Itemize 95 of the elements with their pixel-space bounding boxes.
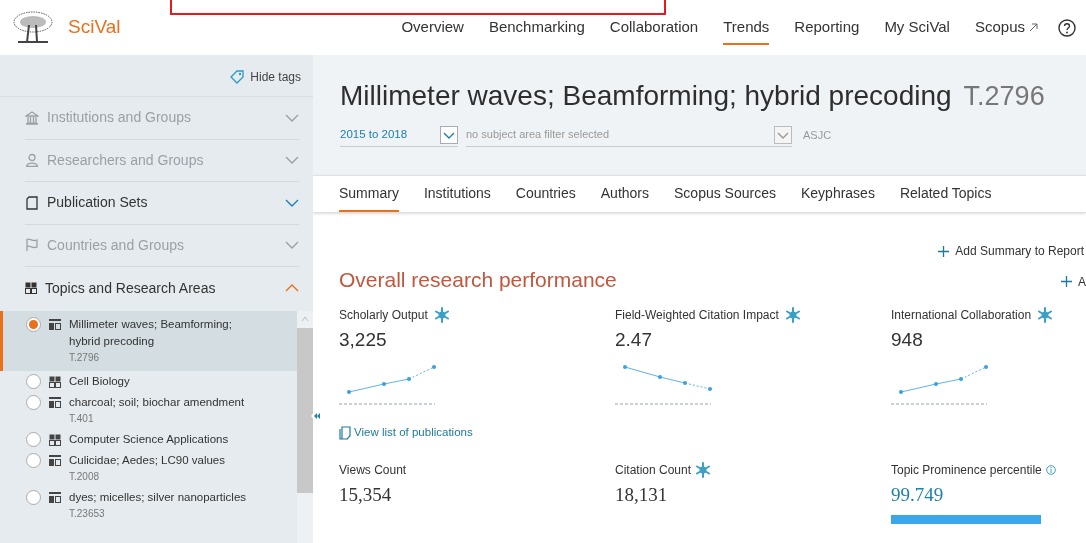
tree-logo-icon [12, 10, 54, 45]
nav-link[interactable]: Trends [723, 10, 770, 45]
chevron-icon[interactable] [285, 198, 299, 207]
external-link-icon [1029, 23, 1038, 32]
topic-label: Millimeter waves; Beamforming; hybrid precoding [69, 316, 233, 349]
snowflake-badge-icon[interactable] [784, 306, 801, 323]
topic-icon [49, 491, 61, 503]
metric-value: 18,131 [615, 483, 669, 508]
add-summary-button[interactable]: Add Summary to Report [938, 242, 1084, 260]
tab[interactable]: Authors [600, 183, 649, 212]
chevron-icon[interactable] [285, 284, 299, 293]
nav-link[interactable]: Scopus [974, 10, 1038, 45]
topic-list-item[interactable]: charcoal; soil; biochar amendment T.401 [0, 391, 297, 429]
radio-button[interactable] [26, 373, 41, 389]
topic-icon [49, 396, 61, 408]
scrollbar-thumb[interactable] [297, 327, 313, 493]
metric-value: 3,225 [339, 327, 388, 352]
sidebar-section[interactable]: Topics and Research Areas [25, 267, 299, 310]
section-label: Institutions and Groups [47, 108, 192, 128]
radio-button[interactable] [26, 316, 41, 332]
topic-icon [49, 454, 61, 466]
tab[interactable]: Institutions [423, 183, 491, 212]
tab[interactable]: Scopus Sources [674, 183, 776, 212]
topic-code: T.2796 [963, 80, 1045, 113]
nav-link[interactable]: My SciVal [884, 10, 950, 45]
classification-label: ASJC [803, 127, 832, 143]
section-label: Countries and Groups [47, 235, 185, 255]
sidebar-section[interactable]: Publication Sets [25, 182, 299, 225]
dropdown-icon [440, 125, 458, 144]
section-label: Topics and Research Areas [45, 278, 217, 298]
topic-list-item[interactable]: dyes; micelles; silver nanoparticles T.23653 [0, 486, 297, 524]
document-list-icon [339, 425, 351, 440]
topic-code: T.401 [69, 411, 95, 426]
radio-button[interactable] [26, 431, 41, 447]
topic-list-item[interactable]: Millimeter waves; Beamforming; hybrid precoding T.2796 [0, 310, 297, 371]
topic-list-item[interactable]: Computer Science Applications [0, 428, 297, 450]
metric-value: 2.47 [615, 327, 653, 352]
metric-label: International Collaboration [891, 306, 1032, 324]
topic-label: charcoal; soil; biochar amendment [69, 394, 245, 410]
topic-list-item[interactable]: Culicidae; Aedes; LC90 values T.2008 [0, 449, 297, 487]
tag-icon [230, 70, 245, 84]
flag-icon [25, 238, 39, 253]
tab[interactable]: Keyphrases [800, 183, 875, 212]
metric-value: 948 [891, 327, 924, 352]
tab[interactable]: Related Topics [899, 183, 992, 212]
topic-label: Cell Biology [69, 373, 130, 389]
plus-icon [938, 245, 950, 257]
topic-code: T.2008 [69, 469, 101, 484]
radio-button[interactable] [26, 394, 41, 410]
snowflake-badge-icon[interactable] [695, 462, 712, 479]
plus-icon [1061, 276, 1072, 288]
metric-value: 15,354 [339, 483, 393, 508]
document-icon [25, 195, 39, 210]
dropdown-icon [774, 125, 792, 144]
section-heading: Overall research performance [339, 267, 617, 293]
topic-code: T.2796 [69, 350, 101, 365]
section-label: Publication Sets [47, 193, 149, 213]
radio-button[interactable] [26, 452, 41, 468]
grid-icon [49, 433, 61, 446]
grid-icon [25, 282, 37, 295]
topic-list-item[interactable]: Cell Biology [0, 370, 297, 392]
nav-link[interactable]: Reporting [794, 10, 860, 45]
topic-label: dyes; micelles; silver nanoparticles [69, 489, 247, 505]
view-publications-link[interactable]: View list of publications [339, 424, 1086, 442]
period-select[interactable]: 2015 to 2018 [340, 123, 458, 147]
snowflake-badge-icon[interactable] [433, 306, 450, 323]
info-icon[interactable] [1045, 465, 1056, 476]
nav-link[interactable]: Overview [401, 10, 464, 45]
topic-icon [49, 318, 61, 330]
metric-label: Field-Weighted Citation Impact [615, 306, 779, 324]
metric-label: Views Count [339, 462, 407, 480]
app-name: SciVal [68, 15, 121, 40]
tab[interactable]: Countries [515, 183, 576, 212]
grid-icon [49, 375, 61, 388]
institution-icon [25, 110, 39, 125]
metric-value: 99.749 [891, 483, 945, 508]
metric-label: Scholarly Output [339, 306, 428, 324]
metric-label: Topic Prominence percentile [891, 462, 1042, 480]
metric-label: Citation Count [615, 462, 692, 480]
hide-tags-button[interactable]: Hide tags [250, 68, 301, 86]
topic-label: Computer Science Applications [69, 431, 229, 447]
help-icon[interactable] [1058, 18, 1076, 37]
nav-link[interactable]: Collaboration [609, 10, 699, 45]
nav-link[interactable]: Benchmarking [488, 10, 585, 45]
topic-code: T.23653 [69, 506, 106, 521]
topic-label: Culicidae; Aedes; LC90 values [69, 452, 225, 468]
page-title: Millimeter waves; Beamforming; hybrid precoding [340, 79, 952, 113]
scrollbar[interactable] [297, 310, 313, 543]
add-button[interactable]: A [1061, 272, 1086, 291]
section-label: Researchers and Groups [47, 150, 205, 170]
snowflake-badge-icon[interactable] [1037, 306, 1054, 323]
tab[interactable]: Summary [339, 183, 399, 212]
person-icon [25, 153, 39, 168]
radio-button[interactable] [26, 489, 41, 505]
scroll-up-icon[interactable] [301, 315, 309, 322]
